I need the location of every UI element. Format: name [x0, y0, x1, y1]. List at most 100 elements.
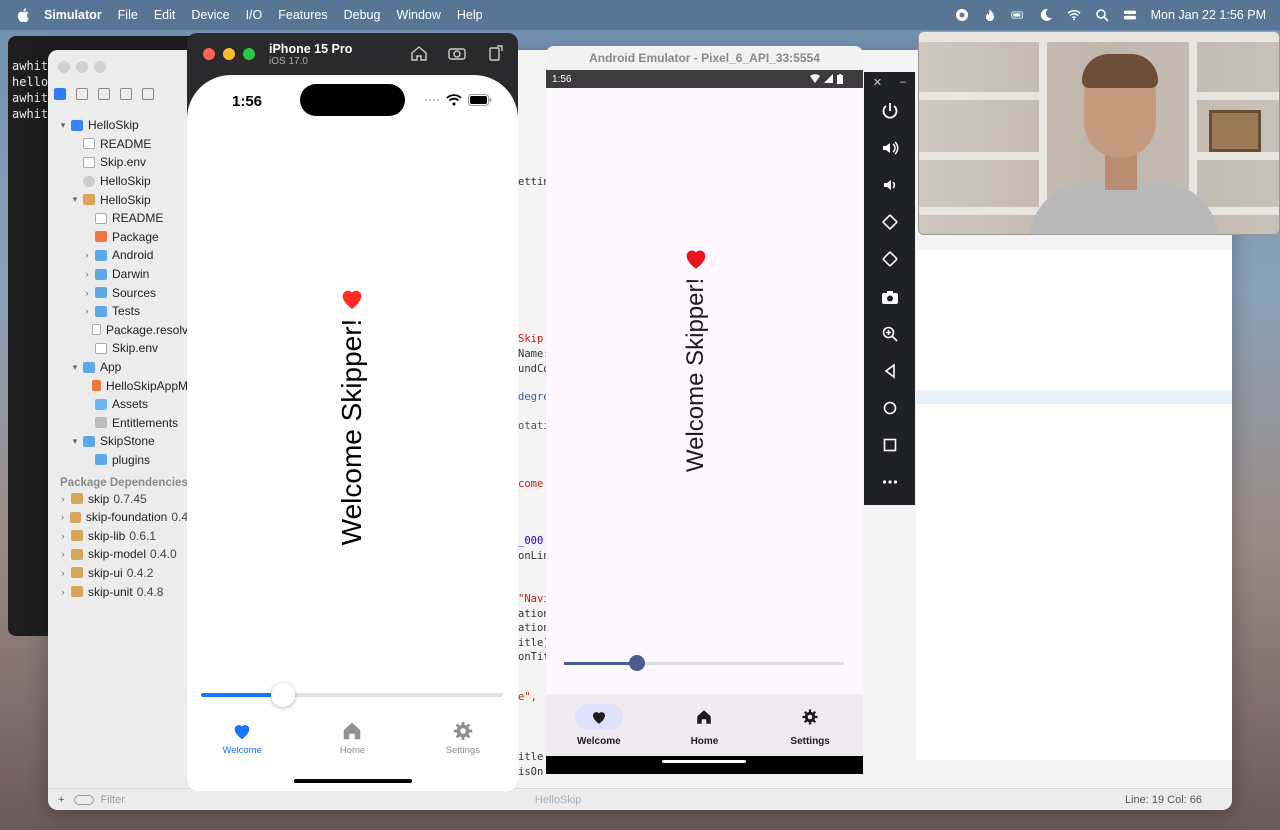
ios-slider-knob[interactable] [270, 683, 295, 707]
menu-file[interactable]: File [118, 8, 138, 22]
chevron-right-icon[interactable]: › [58, 531, 68, 541]
tree-item[interactable]: › Sources [48, 283, 188, 302]
apple-menu-icon[interactable] [16, 7, 32, 23]
volume-down-button[interactable] [864, 166, 915, 203]
dependency-item[interactable]: › skip-unit 0.4.8 [48, 582, 188, 601]
menu-io[interactable]: I/O [246, 8, 263, 22]
menu-features[interactable]: Features [278, 8, 327, 22]
battery-icon[interactable] [1011, 8, 1025, 22]
tree-item[interactable]: › Android [48, 246, 188, 265]
home-icon[interactable] [410, 45, 428, 61]
menu-window[interactable]: Window [396, 8, 440, 22]
chevron-down-icon[interactable]: ▾ [58, 120, 68, 131]
dependency-item[interactable]: › skip-lib 0.6.1 [48, 526, 188, 545]
flame-icon[interactable] [983, 8, 997, 22]
android-screen[interactable]: Welcome Skipper! Welcome Home Settings [546, 88, 863, 774]
tab-settings[interactable]: Settings [765, 694, 855, 756]
menu-edit[interactable]: Edit [154, 8, 176, 22]
tree-item[interactable]: HelloSkipAppM [48, 376, 188, 395]
chevron-down-icon[interactable]: ▾ [70, 362, 80, 373]
filter-field[interactable]: Filter [74, 794, 125, 806]
overview-button[interactable] [864, 427, 915, 464]
rotate-right-button[interactable] [864, 241, 915, 278]
chevron-right-icon[interactable]: › [82, 288, 92, 298]
android-slider[interactable] [564, 655, 844, 671]
tree-item[interactable]: README [48, 209, 188, 228]
menubar-datetime[interactable]: Mon Jan 22 1:56 PM [1151, 8, 1266, 22]
close-button[interactable] [58, 61, 70, 73]
dependency-item[interactable]: › skip-ui 0.4.2 [48, 564, 188, 583]
dependency-item[interactable]: › skip 0.7.45 [48, 489, 188, 508]
home-indicator[interactable] [294, 779, 412, 783]
chevron-down-icon[interactable]: ▾ [70, 436, 80, 447]
gesture-handle[interactable] [662, 760, 746, 763]
home-button[interactable] [864, 390, 915, 427]
search-icon[interactable] [1095, 8, 1109, 22]
dependency-item[interactable]: › skip-foundation 0.4 [48, 508, 188, 527]
control-center-icon[interactable] [1123, 8, 1137, 22]
tree-item[interactable]: › Tests [48, 302, 188, 321]
back-button[interactable] [864, 352, 915, 389]
zoom-button[interactable] [94, 61, 106, 73]
minimize-icon[interactable]: – [900, 76, 906, 92]
minimize-button[interactable] [223, 48, 235, 60]
chevron-right-icon[interactable]: › [58, 494, 68, 504]
record-icon[interactable] [955, 8, 969, 22]
scheme-label[interactable]: HelloSkip [535, 794, 581, 806]
tree-item[interactable]: plugins [48, 451, 188, 470]
editor-area[interactable] [916, 250, 1232, 760]
rotate-left-button[interactable] [864, 204, 915, 241]
tree-item[interactable]: Skip.env [48, 339, 188, 358]
screenshot-button[interactable] [864, 278, 915, 315]
wifi-icon[interactable] [1067, 8, 1081, 22]
close-icon[interactable]: ✕ [873, 76, 882, 92]
issue-icon[interactable] [142, 88, 154, 100]
tree-item[interactable]: ▾ SkipStone [48, 432, 188, 451]
zoom-button[interactable] [243, 48, 255, 60]
chevron-right-icon[interactable]: › [82, 306, 92, 316]
chevron-down-icon[interactable]: ▾ [70, 194, 80, 205]
menu-help[interactable]: Help [457, 8, 483, 22]
more-button[interactable] [864, 464, 915, 501]
dependency-item[interactable]: › skip-model 0.4.0 [48, 545, 188, 564]
tab-home[interactable]: Home [312, 720, 392, 770]
tree-item[interactable]: README [48, 135, 188, 154]
tree-item[interactable]: Skip.env [48, 153, 188, 172]
close-button[interactable] [203, 48, 215, 60]
tab-settings[interactable]: Settings [423, 720, 503, 770]
chevron-right-icon[interactable]: › [82, 250, 92, 260]
tree-item[interactable]: › Darwin [48, 265, 188, 284]
rotate-icon[interactable] [486, 45, 504, 61]
find-icon[interactable] [120, 88, 132, 100]
screenshot-icon[interactable] [448, 45, 466, 61]
menu-device[interactable]: Device [191, 8, 229, 22]
menu-app-name[interactable]: Simulator [44, 8, 102, 22]
tree-item[interactable]: Entitlements [48, 414, 188, 433]
tree-item[interactable]: Package.resolv [48, 321, 188, 340]
tree-item[interactable]: ▾ HelloSkip [48, 116, 188, 135]
tab-home[interactable]: Home [659, 694, 749, 756]
iphone-screen[interactable]: 1:56 Welcome Skipper! Welcome Home Setti… [187, 75, 518, 791]
chevron-right-icon[interactable]: › [58, 587, 68, 597]
ios-slider[interactable] [201, 683, 503, 707]
tree-item[interactable]: ▾ App [48, 358, 188, 377]
tree-item[interactable]: ▾ HelloSkip [48, 190, 188, 209]
bookmark-icon[interactable] [98, 88, 110, 100]
power-button[interactable] [864, 92, 915, 129]
source-control-icon[interactable] [76, 88, 88, 100]
tab-welcome[interactable]: Welcome [202, 720, 282, 770]
chevron-right-icon[interactable]: › [58, 568, 68, 578]
chevron-right-icon[interactable]: › [82, 269, 92, 279]
android-slider-knob[interactable] [628, 655, 645, 671]
tree-item[interactable]: HelloSkip [48, 172, 188, 191]
tab-welcome[interactable]: Welcome [554, 694, 644, 756]
add-icon[interactable]: + [58, 794, 64, 806]
tree-item[interactable]: Assets [48, 395, 188, 414]
tree-item[interactable]: Package [48, 228, 188, 247]
zoom-button[interactable] [864, 315, 915, 352]
minimize-button[interactable] [76, 61, 88, 73]
chevron-right-icon[interactable]: › [58, 512, 67, 522]
moon-icon[interactable] [1039, 8, 1053, 22]
menu-debug[interactable]: Debug [344, 8, 381, 22]
volume-up-button[interactable] [864, 129, 915, 166]
